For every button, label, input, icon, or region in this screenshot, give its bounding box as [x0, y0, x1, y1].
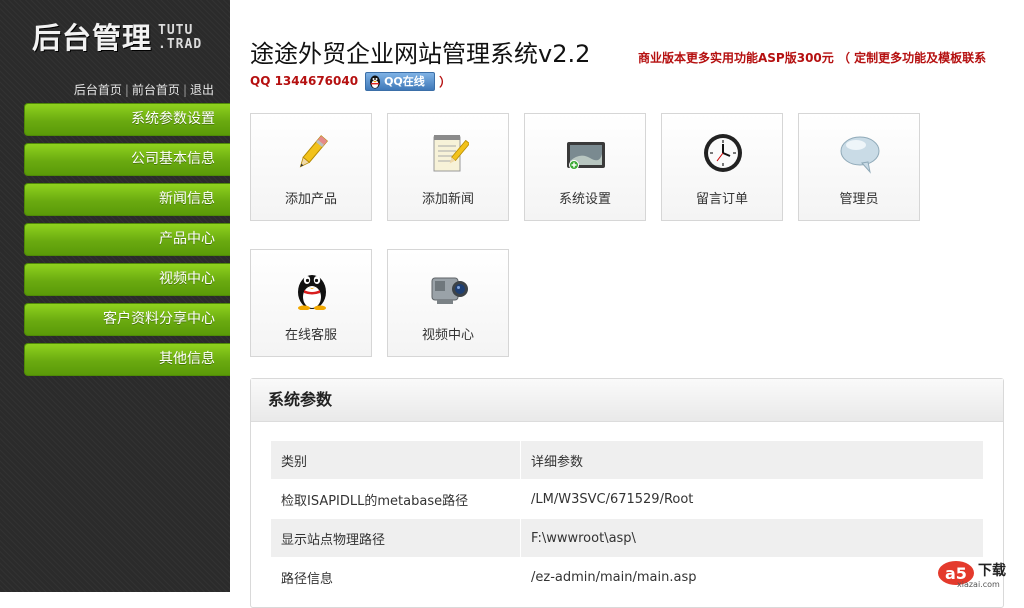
page-title: 途途外贸企业网站管理系统v2.2 [250, 40, 591, 68]
column-header-details: 详细参数 [520, 441, 983, 480]
notepad-icon [433, 135, 469, 172]
tile-messages-orders[interactable]: 留言订单 [661, 113, 783, 221]
table-cell: 路径信息 [271, 557, 521, 597]
chat-bubble-icon [840, 136, 880, 174]
sidebar-menu: 系统参数设置 公司基本信息 新闻信息 产品中心 视频中心 客户资料分享中心 其他… [24, 103, 230, 383]
menu-item-news[interactable]: 新闻信息 [24, 183, 230, 216]
table-cell: 检取ISAPIDLL的metabase路径 [271, 479, 521, 519]
tile-label: 添加产品 [284, 192, 337, 207]
menu-item-company-info[interactable]: 公司基本信息 [24, 143, 230, 176]
tile-label: 视频中心 [421, 328, 474, 343]
tile-administrator[interactable]: 管理员 [798, 113, 920, 221]
qq-close-paren: ） [439, 74, 452, 89]
table-header-row: 类别 详细参数 [271, 441, 983, 480]
pencil-icon [299, 135, 328, 168]
menu-item-video[interactable]: 视频中心 [24, 263, 230, 296]
table-row: 检取ISAPIDLL的metabase路径 /LM/W3SVC/671529/R… [271, 479, 983, 519]
tile-label: 添加新闻 [421, 192, 474, 207]
link-separator: | [124, 83, 129, 97]
logo-sub-line1: TUTU [158, 23, 194, 38]
table-cell: 显示站点物理路径 [271, 518, 521, 558]
logo-title: 后台管理 [32, 21, 153, 55]
tile-label: 系统设置 [558, 192, 611, 207]
tile-label: 留言订单 [695, 192, 748, 207]
column-header-category: 类别 [271, 441, 521, 480]
table-row: 显示站点物理路径 F:\wwwroot\asp\ [271, 518, 983, 558]
menu-item-products[interactable]: 产品中心 [24, 223, 230, 256]
sidebar: 后台管理 TUTU .TRAD 后台首页 | 前台首页 | 退出 系统参数设置 公司基本… [0, 0, 230, 592]
watermark-url: xiazai.com [957, 580, 1000, 589]
monitor-icon [567, 142, 605, 170]
top-links: 后台首页 | 前台首页 | 退出 [74, 81, 214, 98]
tile-system-settings[interactable]: 系统设置 [524, 113, 646, 221]
tile-video-center[interactable]: 视频中心 [387, 249, 509, 357]
tile-label: 管理员 [839, 192, 879, 207]
qq-contact: QQ 1344676040 QQ在线 ） [250, 70, 451, 92]
system-params-panel: 系统参数 类别 详细参数 检取ISAPIDLL的metabase路径 /LM/W… [250, 378, 1004, 608]
link-logout[interactable]: 退出 [190, 83, 214, 97]
promo-text: 商业版本更多实用功能ASP版300元 （ 定制更多功能及模板联系 [638, 51, 987, 65]
panel-title: 系统参数 [251, 379, 1003, 422]
link-admin-home[interactable]: 后台首页 [74, 83, 122, 97]
menu-item-other[interactable]: 其他信息 [24, 343, 230, 376]
watermark-text: 下载 [978, 563, 1006, 579]
tile-online-service[interactable]: 在线客服 [250, 249, 372, 357]
link-separator: | [182, 83, 187, 97]
table-cell: /ez-admin/main/main.asp [520, 557, 983, 597]
main-content: 途途外贸企业网站管理系统v2.2 商业版本更多实用功能ASP版300元 （ 定制… [230, 0, 1024, 608]
tile-add-product[interactable]: 添加产品 [250, 113, 372, 221]
logo: 后台管理 TUTU .TRAD [32, 18, 202, 62]
qq-badge-label: QQ在线 [384, 75, 425, 88]
menu-item-system-params[interactable]: 系统参数设置 [24, 103, 230, 136]
qq-penguin-icon [298, 275, 326, 310]
table-cell: /LM/W3SVC/671529/Root [520, 479, 983, 519]
clock-icon [704, 134, 742, 172]
qq-penguin-icon [370, 75, 381, 88]
table-row: 路径信息 /ez-admin/main/main.asp [271, 557, 983, 597]
camcorder-icon [431, 277, 468, 304]
menu-item-customer-share[interactable]: 客户资料分享中心 [24, 303, 230, 336]
logo-subtitle: TUTU .TRAD [158, 24, 202, 52]
link-front-home[interactable]: 前台首页 [132, 83, 180, 97]
logo-sub-line2: .TRAD [158, 37, 203, 52]
tile-label: 在线客服 [284, 328, 337, 343]
table-cell: F:\wwwroot\asp\ [520, 518, 983, 558]
tile-add-news[interactable]: 添加新闻 [387, 113, 509, 221]
params-table: 类别 详细参数 检取ISAPIDLL的metabase路径 /LM/W3SVC/… [271, 441, 983, 597]
qq-online-button[interactable]: QQ在线 [365, 71, 436, 91]
qq-number: QQ 1344676040 [250, 74, 359, 88]
